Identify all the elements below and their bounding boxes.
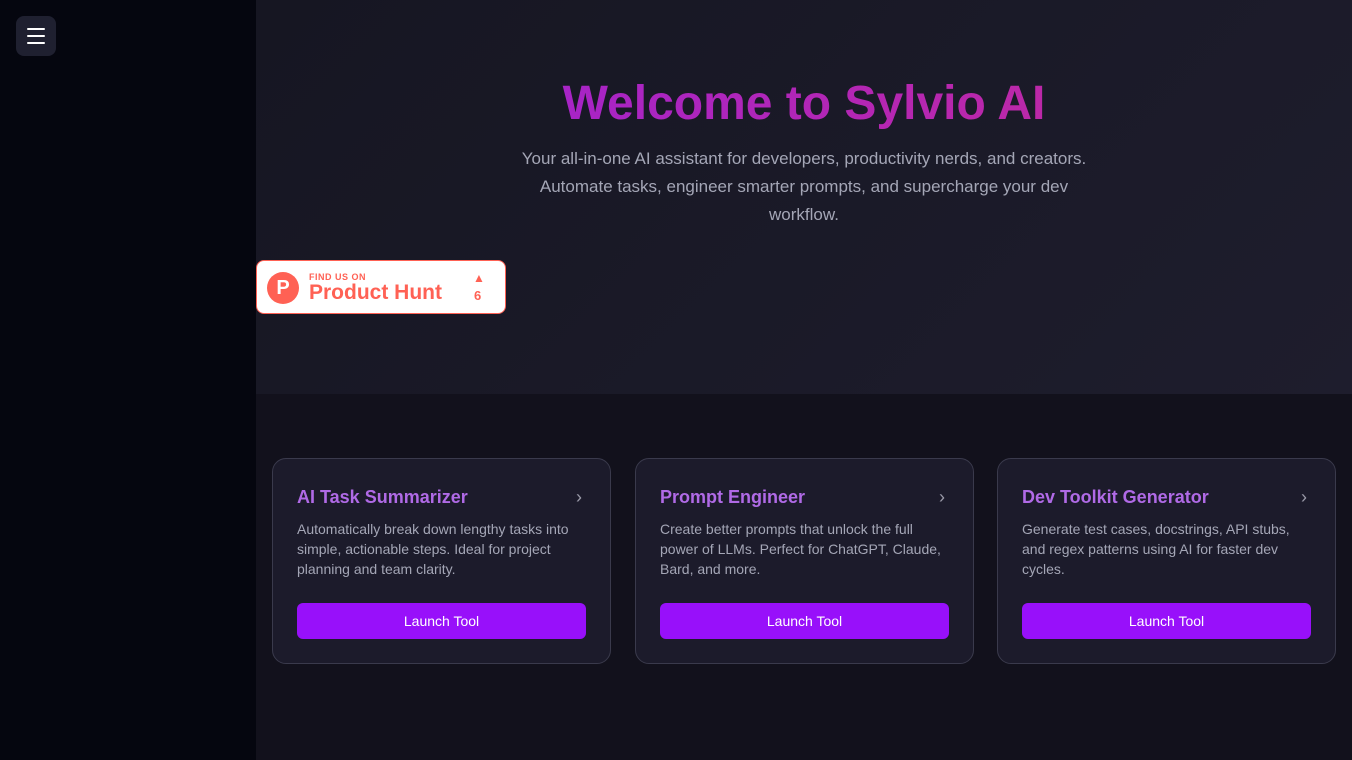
tool-card[interactable]: Dev Toolkit Generator › Generate test cas… bbox=[997, 458, 1336, 664]
upvote-count: 6 bbox=[474, 288, 482, 303]
launch-tool-button[interactable]: Launch Tool bbox=[1022, 603, 1311, 639]
sidebar bbox=[0, 0, 256, 760]
badge-name: Product Hunt bbox=[309, 281, 442, 304]
chevron-right-icon[interactable]: › bbox=[939, 487, 945, 508]
hero-section: Welcome to Sylvio AI Your all-in-one AI … bbox=[256, 0, 1352, 394]
chevron-right-icon[interactable]: › bbox=[1301, 487, 1307, 508]
menu-button[interactable] bbox=[16, 16, 56, 56]
hamburger-line bbox=[27, 35, 45, 37]
hamburger-icon bbox=[27, 28, 45, 30]
card-title: AI Task Summarizer bbox=[297, 487, 468, 507]
card-description: Create better prompts that unlock the fu… bbox=[660, 521, 941, 577]
card-title: Dev Toolkit Generator bbox=[1022, 487, 1209, 507]
card-title: Prompt Engineer bbox=[660, 487, 806, 507]
hero-subtitle: Your all-in-one AI assistant for develop… bbox=[521, 149, 1087, 224]
product-hunt-logo-icon: P bbox=[267, 272, 299, 304]
launch-tool-button[interactable]: Launch Tool bbox=[297, 603, 586, 639]
card-description: Automatically break down lengthy tasks i… bbox=[297, 521, 569, 577]
launch-tool-button[interactable]: Launch Tool bbox=[660, 603, 949, 639]
page-title: Welcome to Sylvio AI bbox=[256, 76, 1352, 131]
card-description: Generate test cases, docstrings, API stu… bbox=[1022, 521, 1290, 577]
chevron-right-icon[interactable]: › bbox=[576, 487, 582, 508]
upvote-icon: ▲ bbox=[473, 271, 485, 285]
tool-card[interactable]: AI Task Summarizer › Automatically break … bbox=[272, 458, 611, 664]
tool-card[interactable]: Prompt Engineer › Create better prompts t… bbox=[635, 458, 974, 664]
hamburger-line bbox=[27, 42, 45, 44]
product-hunt-badge[interactable]: P FIND US ON Product Hunt ▲ 6 bbox=[256, 260, 506, 314]
